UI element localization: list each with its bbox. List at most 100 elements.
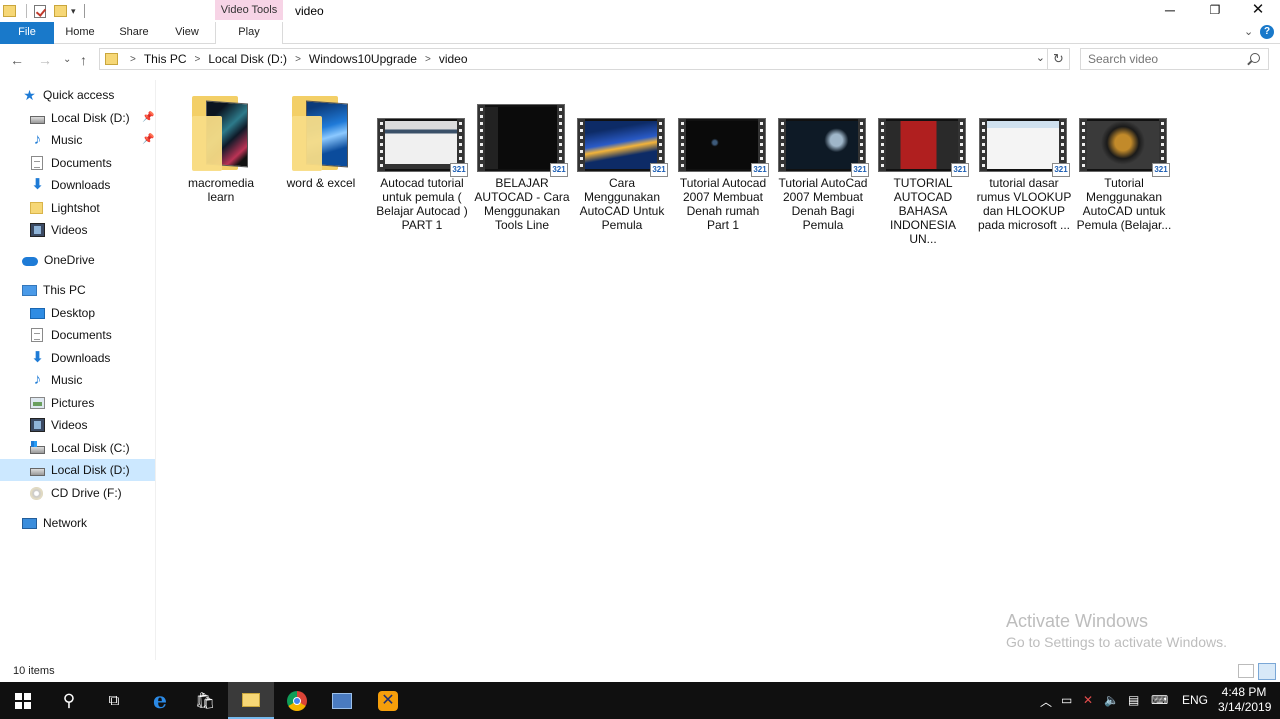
divider: [26, 4, 27, 18]
tab-home[interactable]: Home: [56, 22, 104, 44]
folder-icon: [105, 53, 118, 65]
nav-pc-music[interactable]: ♪ Music: [30, 369, 83, 391]
search-icon: [1250, 53, 1260, 63]
up-arrow-icon[interactable]: ↑: [80, 52, 87, 68]
file-name: Tutorial AutoCad 2007 Membuat Denah Bagi…: [778, 176, 868, 232]
breadcrumb-windows10upgrade[interactable]: Windows10Upgrade: [309, 52, 417, 66]
nav-qa-downloads[interactable]: ⬇ Downloads: [30, 174, 110, 196]
file-item-video[interactable]: 321 Tutorial Menggunakan AutoCAD untuk P…: [1076, 104, 1172, 234]
nav-qa-videos[interactable]: Videos: [30, 219, 87, 241]
nav-quick-access[interactable]: ★ Quick access: [22, 84, 114, 106]
expand-ribbon-icon[interactable]: ⌄: [1244, 25, 1253, 38]
large-icons-view-icon[interactable]: [1258, 663, 1276, 680]
media-player-icon: 321: [450, 163, 468, 177]
nav-qa-lightshot[interactable]: Lightshot: [30, 197, 100, 219]
nav-onedrive[interactable]: OneDrive: [22, 249, 95, 271]
item-count: 10 items: [13, 665, 55, 677]
address-bar[interactable]: > This PC > Local Disk (D:) > Windows10U…: [99, 48, 1070, 70]
chrome-icon[interactable]: [274, 682, 320, 719]
nav-label: Lightshot: [51, 201, 100, 215]
tab-play[interactable]: Play: [215, 22, 283, 44]
chevron-up-icon[interactable]: ︿: [1040, 693, 1052, 710]
store-icon[interactable]: 🛍: [182, 682, 228, 719]
volume-icon[interactable]: 🔈: [1104, 693, 1119, 707]
file-name: TUTORIAL AUTOCAD BAHASA INDONESIA UN...: [889, 176, 956, 246]
details-view-icon[interactable]: [1238, 664, 1254, 678]
app-icon[interactable]: [319, 682, 365, 719]
nav-this-pc[interactable]: This PC: [22, 279, 86, 301]
search-input[interactable]: [1081, 49, 1241, 69]
start-button[interactable]: [0, 682, 46, 719]
file-item-video[interactable]: 321 tutorial dasar rumus VLOOKUP dan HLO…: [976, 104, 1072, 234]
chevron-down-icon[interactable]: ⌄: [1036, 51, 1045, 64]
media-player-icon: 321: [851, 163, 869, 177]
nav-label: Music: [51, 133, 83, 147]
tab-share[interactable]: Share: [108, 22, 160, 44]
chevron-right-icon[interactable]: >: [130, 54, 136, 65]
clock[interactable]: 4:48 PM 3/14/2019: [1218, 685, 1271, 715]
customize-toolbar-icon[interactable]: ▾: [71, 6, 76, 17]
chevron-right-icon[interactable]: >: [295, 54, 301, 65]
refresh-icon[interactable]: ↻: [1047, 49, 1069, 69]
tab-view[interactable]: View: [162, 22, 212, 44]
new-folder-icon[interactable]: [54, 5, 67, 17]
file-item-video[interactable]: 321 BELAJAR AUTOCAD - Cara Menggunakan T…: [474, 104, 570, 234]
documents-icon: [31, 328, 43, 342]
nav-label: Documents: [51, 156, 112, 170]
breadcrumb-video[interactable]: video: [439, 52, 468, 66]
file-item-video[interactable]: 321 TUTORIAL AUTOCAD BAHASA INDONESIA UN…: [875, 104, 971, 246]
file-item-video[interactable]: 321 Cara Menggunakan AutoCAD Untuk Pemul…: [574, 104, 670, 234]
back-arrow-icon[interactable]: ←: [10, 52, 24, 68]
chevron-right-icon[interactable]: >: [425, 54, 431, 65]
breadcrumb-this-pc[interactable]: This PC: [144, 52, 187, 66]
nav-pc-local-disk-d[interactable]: Local Disk (D:): [0, 459, 155, 481]
nav-pc-downloads[interactable]: ⬇ Downloads: [30, 347, 110, 369]
nav-network[interactable]: Network: [22, 512, 87, 534]
file-explorer-icon[interactable]: [228, 682, 274, 719]
nav-qa-music[interactable]: ♪ Music: [30, 129, 83, 151]
xampp-icon[interactable]: ✕: [365, 682, 411, 719]
nav-pc-pictures[interactable]: Pictures: [30, 392, 94, 414]
music-icon: ♪: [33, 371, 42, 388]
nav-pc-cd-drive-f[interactable]: CD Drive (F:): [30, 482, 122, 504]
nav-pc-videos[interactable]: Videos: [30, 414, 87, 436]
nav-pc-local-disk-c[interactable]: Local Disk (C:): [30, 437, 130, 459]
file-name: Autocad tutorial untuk pemula ( Belajar …: [376, 176, 468, 232]
nav-label: Local Disk (D:): [51, 111, 130, 125]
file-item-video[interactable]: 321 Tutorial Autocad 2007 Membuat Denah …: [675, 104, 771, 234]
cd-drive-icon: [30, 486, 43, 500]
file-item-folder[interactable]: macromedia learn: [173, 94, 269, 224]
network-disconnected-icon[interactable]: ✕: [1083, 693, 1093, 707]
forward-arrow-icon[interactable]: →: [38, 52, 52, 68]
tab-file[interactable]: File: [0, 22, 54, 44]
nav-label: Music: [51, 373, 83, 387]
pin-icon[interactable]: 📌: [142, 112, 154, 123]
recent-locations-icon[interactable]: ⌄: [63, 54, 71, 65]
help-icon[interactable]: ?: [1260, 25, 1274, 39]
pin-icon[interactable]: 📌: [142, 134, 154, 145]
nav-pc-documents[interactable]: Documents: [30, 324, 112, 346]
breadcrumb-local-disk-d[interactable]: Local Disk (D:): [208, 52, 287, 66]
language-indicator[interactable]: ENG: [1182, 693, 1208, 707]
properties-icon[interactable]: [34, 4, 46, 18]
file-item-video[interactable]: 321 Autocad tutorial untuk pemula ( Bela…: [374, 104, 470, 234]
edge-icon[interactable]: e: [137, 682, 183, 719]
search-icon[interactable]: ⚲: [46, 682, 92, 719]
chevron-right-icon[interactable]: >: [195, 54, 201, 65]
nav-qa-documents[interactable]: Documents: [30, 152, 112, 174]
minimize-button[interactable]: ─: [1147, 0, 1193, 22]
nav-pc-desktop[interactable]: Desktop: [30, 302, 95, 324]
nav-label: Videos: [51, 223, 88, 237]
battery-icon[interactable]: ▭: [1061, 693, 1072, 707]
keyboard-icon[interactable]: ⌨: [1151, 693, 1168, 707]
time: 4:48 PM: [1221, 685, 1267, 699]
nav-qa-local-disk-d[interactable]: Local Disk (D:): [30, 107, 130, 129]
action-center-icon[interactable]: ▤: [1128, 693, 1139, 707]
search-box[interactable]: [1080, 48, 1269, 70]
restore-button[interactable]: ❐: [1192, 0, 1238, 22]
file-item-folder[interactable]: word & excel: [273, 94, 369, 224]
nav-label: Network: [43, 516, 88, 530]
task-view-icon[interactable]: ⧉: [91, 682, 137, 719]
file-item-video[interactable]: 321 Tutorial AutoCad 2007 Membuat Denah …: [775, 104, 871, 234]
close-button[interactable]: ✕: [1235, 0, 1280, 22]
